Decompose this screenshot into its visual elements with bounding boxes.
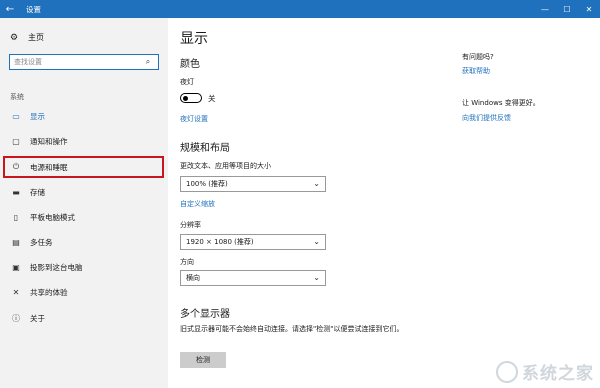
info-icon: ⓘ [12,313,20,323]
maximize-button[interactable]: ☐ [556,0,578,18]
better-heading: 让 Windows 变得更好。 [462,99,540,107]
sidebar-home-label: 主页 [28,33,44,42]
sidebar-item-about[interactable]: ⓘ 关于 [10,310,45,326]
chevron-down-icon: ⌄ [313,179,320,188]
minimize-button[interactable]: — [534,0,556,18]
page-title: 显示 [180,31,208,47]
tablet-icon: ▯ [13,212,19,222]
sidebar-item-project[interactable]: ▣ 投影到这台电脑 [10,259,83,275]
title-bar: ← 设置 — ☐ ✕ [0,0,600,18]
chevron-down-icon: ⌄ [313,273,320,282]
display-icon: ▭ [12,111,20,121]
main-content: 显示 颜色 夜灯 关 夜灯设置 规模和布局 更改文本、应用等项目的大小 100%… [168,18,600,388]
sidebar-item-label: 多任务 [30,237,53,247]
sidebar-item-label: 投影到这台电脑 [30,262,83,272]
feedback-link[interactable]: 向我们提供反馈 [462,113,511,123]
sidebar-item-label: 显示 [30,111,45,121]
sidebar-item-shared-experiences[interactable]: ✕ 共享的体验 [10,284,68,300]
scale-value: 100% (推荐) [186,180,228,188]
highlight-box [3,156,164,178]
search-icon[interactable]: ⌕ [140,57,156,67]
sidebar-item-storage[interactable]: ▬ 存储 [10,184,45,200]
share-icon: ✕ [12,287,20,297]
sidebar-item-label: 平板电脑模式 [30,212,75,222]
orientation-value: 横向 [186,274,200,282]
toggle-knob [183,95,188,101]
scale-heading: 规模和布局 [180,143,230,154]
orientation-label: 方向 [180,258,194,266]
sidebar-home[interactable]: ⚙ 主页 [10,32,44,43]
search-box: ⌕ [9,54,159,70]
nightlight-settings-link[interactable]: 夜灯设置 [180,114,208,124]
sidebar-item-label: 关于 [30,313,45,323]
close-button[interactable]: ✕ [578,0,600,18]
nightlight-toggle[interactable] [180,93,202,103]
multi-display-text: 旧式显示器可能不会始终自动连接。请选择"检测"以便尝试连接到它们。 [180,325,404,333]
nightlight-label: 夜灯 [180,78,194,86]
orientation-dropdown[interactable]: 横向 ⌄ [180,270,326,286]
storage-icon: ▬ [12,187,20,197]
search-input[interactable] [10,55,140,69]
multitask-icon: ▤ [12,237,20,247]
sidebar: ⚙ 主页 ⌕ 系统 ▭ 显示 ▢ 通知和操作 ⏻ 电源和睡眠 ▬ 存储 ▯ 平板… [0,18,168,388]
sidebar-item-label: 共享的体验 [30,287,68,297]
sidebar-item-tablet-mode[interactable]: ▯ 平板电脑模式 [10,209,75,225]
sidebar-item-display[interactable]: ▭ 显示 [10,108,45,124]
resolution-dropdown[interactable]: 1920 × 1080 (推荐) ⌄ [180,234,326,250]
sidebar-item-label: 存储 [30,187,45,197]
message-icon: ▢ [12,136,20,146]
nightlight-state: 关 [208,94,216,103]
window-title: 设置 [26,4,41,14]
get-help-link[interactable]: 获取帮助 [462,66,490,76]
scale-dropdown[interactable]: 100% (推荐) ⌄ [180,176,326,192]
question-heading: 有问题吗? [462,53,494,61]
watermark-logo-icon [496,360,518,383]
back-arrow-icon[interactable]: ← [0,0,20,18]
resolution-value: 1920 × 1080 (推荐) [186,238,254,246]
detect-button[interactable]: 检测 [180,352,226,368]
multi-display-heading: 多个显示器 [180,309,230,320]
sidebar-item-multitasking[interactable]: ▤ 多任务 [10,234,53,250]
custom-scale-link[interactable]: 自定义缩放 [180,199,215,209]
resolution-label: 分辨率 [180,221,201,229]
chevron-down-icon: ⌄ [313,237,320,246]
window-controls: — ☐ ✕ [534,0,600,18]
watermark: 系统之家 [496,359,594,384]
scale-label: 更改文本、应用等项目的大小 [180,162,271,170]
watermark-text: 系统之家 [522,364,594,384]
sidebar-item-label: 通知和操作 [30,136,68,146]
color-heading: 颜色 [180,59,200,70]
gear-icon: ⚙ [10,32,19,43]
project-icon: ▣ [12,262,20,272]
sidebar-section-label: 系统 [10,93,24,101]
sidebar-item-notifications[interactable]: ▢ 通知和操作 [10,133,68,149]
